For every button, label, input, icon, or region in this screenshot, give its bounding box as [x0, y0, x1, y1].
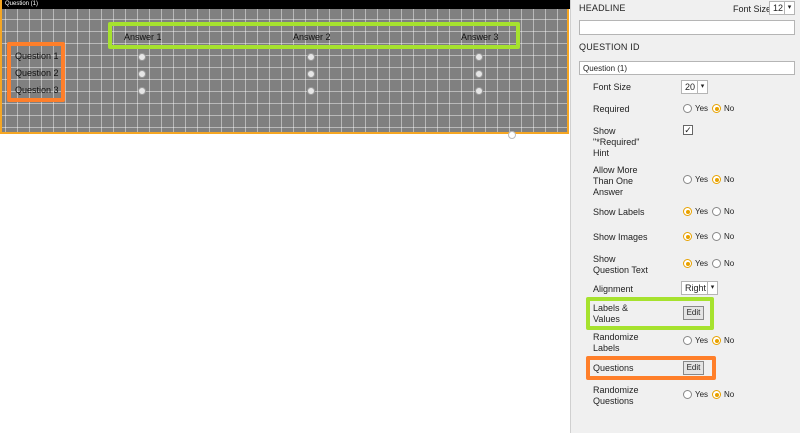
radio-selected-icon: [683, 232, 692, 241]
radio-yes-text: Yes: [695, 175, 709, 184]
randomize-labels-no-radio[interactable]: No: [712, 336, 734, 345]
radio-no-text: No: [724, 336, 735, 345]
allow-more-yes-radio[interactable]: Yes: [683, 175, 708, 184]
font-size-label: Font Size: [593, 82, 632, 92]
chevron-down-icon: ▾: [784, 2, 794, 14]
show-images-yes-radio[interactable]: Yes: [683, 232, 708, 241]
radio-selected-icon: [712, 104, 721, 113]
questions-edit-highlight: [586, 356, 716, 380]
answers-highlight: [108, 22, 520, 49]
properties-panel: HEADLINE Font Size 12 ▾ QUESTION ID Ques…: [570, 0, 800, 433]
headline-font-size-value: 12: [773, 3, 784, 13]
show-question-text-no-radio[interactable]: No: [712, 259, 734, 268]
questions-highlight: [7, 42, 65, 102]
grid-radio-q1-a1[interactable]: [138, 53, 146, 61]
radio-no-text: No: [724, 207, 735, 216]
radio-selected-icon: [712, 175, 721, 184]
show-labels-yes-radio[interactable]: Yes: [683, 207, 708, 216]
show-required-hint-checkbox[interactable]: ✓: [683, 125, 693, 135]
radio-icon: [683, 390, 692, 399]
question-id-input[interactable]: Question (1): [579, 61, 795, 75]
grid-radio-q1-a3[interactable]: [475, 53, 483, 61]
question-canvas[interactable]: Question (1) Answer 1 Answer 2 Answer 3 …: [0, 0, 571, 134]
labels-values-highlight: [586, 297, 714, 330]
allow-more-no-radio[interactable]: No: [712, 175, 734, 184]
show-question-text-label: Show Question Text: [593, 254, 648, 275]
grid-radio-q3-a3[interactable]: [475, 87, 483, 95]
grid-radio-q3-a2[interactable]: [307, 87, 315, 95]
radio-icon: [712, 207, 721, 216]
radio-no-text: No: [724, 390, 735, 399]
required-no-radio[interactable]: No: [712, 104, 734, 113]
radio-yes-text: Yes: [695, 390, 709, 399]
radio-icon: [683, 104, 692, 113]
radio-yes-text: Yes: [695, 336, 709, 345]
radio-icon: [683, 175, 692, 184]
required-label: Required: [593, 104, 630, 114]
headline-label: HEADLINE: [579, 3, 626, 13]
show-images-label: Show Images: [593, 232, 648, 242]
alignment-label: Alignment: [593, 284, 634, 294]
canvas-title: Question (1): [2, 0, 571, 9]
font-size-value: 20: [685, 82, 696, 92]
randomize-questions-label: Randomize Questions: [593, 385, 639, 406]
randomize-labels-label: Randomize Labels: [593, 332, 639, 353]
chevron-down-icon: ▾: [707, 282, 717, 294]
radio-selected-icon: [712, 390, 721, 399]
radio-icon: [683, 336, 692, 345]
randomize-questions-yes-radio[interactable]: Yes: [683, 390, 708, 399]
radio-yes-text: Yes: [695, 104, 709, 113]
show-required-hint-label: Show "*Required" Hint: [593, 126, 640, 158]
alignment-select[interactable]: Right ▾: [681, 281, 718, 295]
grid-radio-q1-a2[interactable]: [307, 53, 315, 61]
radio-no-text: No: [724, 104, 735, 113]
radio-icon: [712, 232, 721, 241]
radio-selected-icon: [683, 207, 692, 216]
radio-icon: [712, 259, 721, 268]
headline-font-size-label: Font Size: [733, 4, 772, 14]
radio-no-text: No: [724, 175, 735, 184]
alignment-value: Right: [685, 283, 707, 293]
grid-radio-q2-a2[interactable]: [307, 70, 315, 78]
show-images-no-radio[interactable]: No: [712, 232, 734, 241]
radio-yes-text: Yes: [695, 207, 709, 216]
show-labels-no-radio[interactable]: No: [712, 207, 734, 216]
headline-input[interactable]: [579, 20, 795, 35]
radio-yes-text: Yes: [695, 259, 709, 268]
grid-radio-q2-a1[interactable]: [138, 70, 146, 78]
allow-more-label: Allow More Than One Answer: [593, 165, 638, 197]
radio-selected-icon: [683, 259, 692, 268]
randomize-questions-no-radio[interactable]: No: [712, 390, 734, 399]
headline-font-size-select[interactable]: 12 ▾: [769, 1, 795, 15]
show-labels-label: Show Labels: [593, 207, 645, 217]
radio-no-text: No: [724, 232, 735, 241]
show-question-text-yes-radio[interactable]: Yes: [683, 259, 708, 268]
randomize-labels-yes-radio[interactable]: Yes: [683, 336, 708, 345]
radio-yes-text: Yes: [695, 232, 709, 241]
font-size-select[interactable]: 20 ▾: [681, 80, 708, 94]
grid-radio-q3-a1[interactable]: [138, 87, 146, 95]
resize-handle[interactable]: [508, 131, 516, 139]
radio-selected-icon: [712, 336, 721, 345]
required-yes-radio[interactable]: Yes: [683, 104, 708, 113]
chevron-down-icon: ▾: [697, 81, 707, 93]
radio-no-text: No: [724, 259, 735, 268]
grid-radio-q2-a3[interactable]: [475, 70, 483, 78]
question-id-label: QUESTION ID: [579, 42, 640, 52]
checkmark-icon: ✓: [684, 125, 692, 135]
